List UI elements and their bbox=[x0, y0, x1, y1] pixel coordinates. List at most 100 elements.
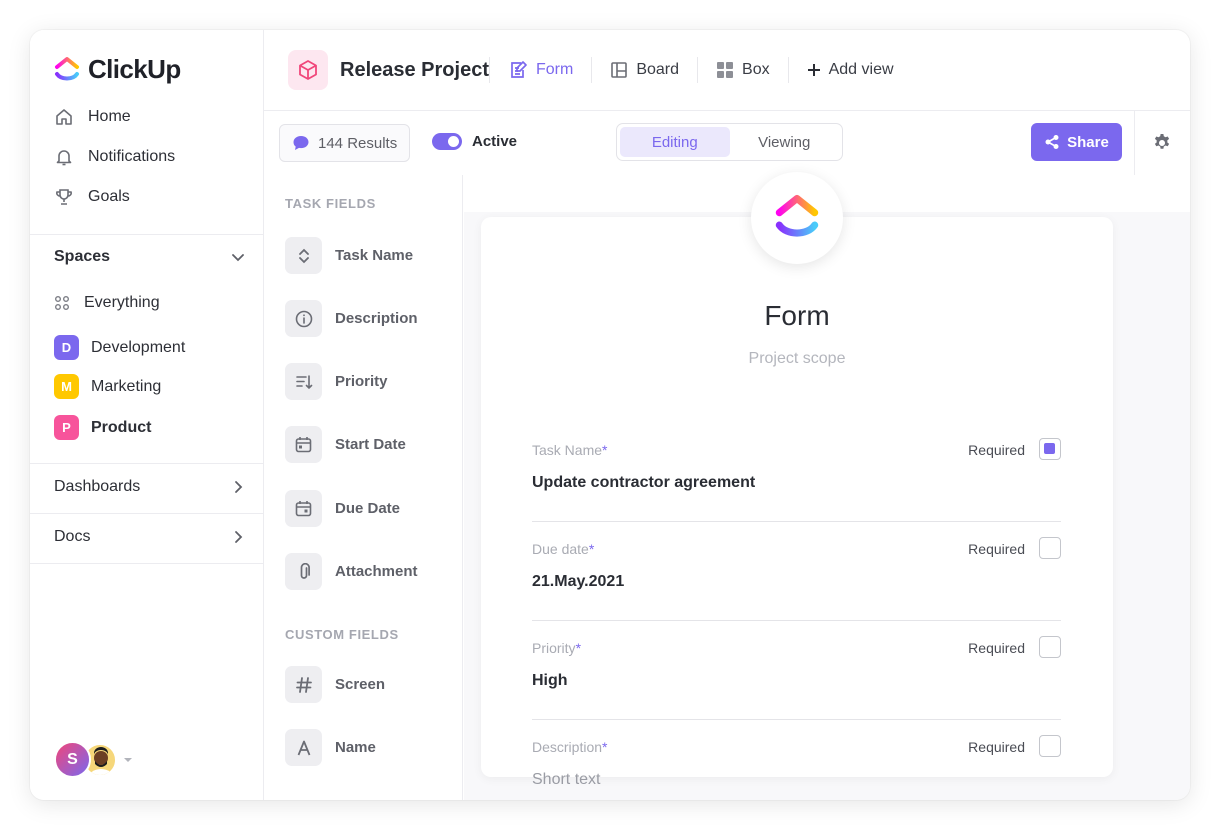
field-priority[interactable]: Priority bbox=[285, 363, 388, 400]
home-icon bbox=[56, 109, 72, 125]
dashboards-label: Dashboards bbox=[54, 478, 141, 495]
tab-board[interactable]: Board bbox=[591, 57, 697, 83]
custom-fields-heading: CUSTOM FIELDS bbox=[285, 627, 399, 642]
spaces-label: Spaces bbox=[54, 248, 111, 265]
hash-icon bbox=[295, 676, 312, 693]
field-label: Name bbox=[335, 739, 376, 756]
segment-viewing[interactable]: Viewing bbox=[730, 127, 840, 157]
form-row-value[interactable]: Short text bbox=[532, 771, 600, 789]
results-button[interactable]: 144 Results bbox=[279, 124, 411, 162]
field-label: Attachment bbox=[335, 563, 418, 580]
field-label: Task Name bbox=[335, 247, 414, 264]
form-row-label: Due date* bbox=[532, 541, 595, 557]
form-title: Form bbox=[764, 300, 830, 331]
field-description[interactable]: Description bbox=[285, 300, 418, 337]
chevron-right-icon bbox=[235, 481, 243, 493]
share-icon bbox=[1045, 135, 1059, 149]
app-name: ClickUp bbox=[88, 54, 181, 84]
form-row: Priority* Required High bbox=[532, 636, 1061, 720]
clickup-logo-icon bbox=[55, 56, 79, 80]
form-row-value[interactable]: Update contractor agreement bbox=[532, 474, 755, 492]
form-row: Description* Required Short text bbox=[532, 735, 1061, 819]
field-icon bbox=[285, 729, 322, 766]
required-checkbox[interactable] bbox=[1039, 537, 1061, 559]
caret-down-icon[interactable] bbox=[123, 755, 133, 765]
sidebar: ClickUp Home Notifications Goals Spaces … bbox=[30, 30, 264, 800]
fields-panel: TASK FIELDS Task Name Description Priori… bbox=[264, 175, 463, 800]
space-everything-label: Everything bbox=[84, 294, 160, 311]
field-icon bbox=[285, 490, 322, 527]
nav-goals-label: Goals bbox=[88, 188, 130, 205]
add-view-label: Add view bbox=[828, 61, 894, 78]
space-development[interactable]: D Development bbox=[54, 335, 185, 360]
field-attachment[interactable]: Attachment bbox=[285, 553, 418, 590]
space-product[interactable]: P Product bbox=[54, 415, 151, 440]
grid-dots-icon bbox=[55, 296, 69, 310]
field-label: Due Date bbox=[335, 500, 401, 517]
field-icon bbox=[285, 300, 322, 337]
chevron-right-icon bbox=[235, 531, 243, 543]
segment-editing[interactable]: Editing bbox=[620, 127, 730, 157]
space-development-label: Development bbox=[91, 338, 186, 356]
required-checkbox[interactable] bbox=[1039, 636, 1061, 658]
field-icon bbox=[285, 363, 322, 400]
share-button[interactable]: Share bbox=[1031, 123, 1122, 161]
gear-icon[interactable] bbox=[1152, 133, 1172, 153]
space-everything[interactable]: Everything bbox=[54, 294, 160, 312]
required-checkbox[interactable] bbox=[1039, 735, 1061, 757]
field-task-name[interactable]: Task Name bbox=[285, 237, 413, 274]
bell-icon bbox=[56, 150, 72, 166]
form-icon bbox=[511, 61, 527, 78]
nav-home[interactable]: Home bbox=[54, 107, 131, 127]
user-avatars[interactable]: S bbox=[54, 741, 133, 778]
form-row: Due date* Required 21.May.2021 bbox=[532, 537, 1061, 621]
field-label: Start Date bbox=[335, 436, 406, 453]
nav-notifications-label: Notifications bbox=[88, 148, 176, 165]
task-fields-heading: TASK FIELDS bbox=[285, 196, 376, 211]
active-toggle-group: Active bbox=[432, 133, 517, 150]
tab-box[interactable]: Box bbox=[697, 57, 788, 83]
form-subtitle: Project scope bbox=[748, 350, 846, 367]
header: Release Project Form Board Box Add view bbox=[264, 30, 1190, 111]
dashboards-row[interactable]: Dashboards bbox=[54, 478, 246, 496]
plus-icon bbox=[807, 64, 820, 76]
required-checkbox[interactable] bbox=[1039, 438, 1061, 460]
spaces-header[interactable]: Spaces bbox=[54, 248, 246, 266]
required-label: Required bbox=[968, 541, 1025, 557]
form-row-value[interactable]: High bbox=[532, 672, 568, 690]
trophy-icon bbox=[56, 189, 72, 205]
field-name[interactable]: Name bbox=[285, 729, 376, 766]
required-label: Required bbox=[968, 442, 1025, 458]
field-due-date[interactable]: Due Date bbox=[285, 490, 400, 527]
box-icon bbox=[717, 62, 734, 78]
nav-goals[interactable]: Goals bbox=[54, 187, 130, 207]
nav-notifications[interactable]: Notifications bbox=[54, 147, 175, 167]
comment-icon bbox=[293, 136, 309, 150]
space-product-label: Product bbox=[91, 418, 152, 436]
tab-board-label: Board bbox=[636, 61, 680, 78]
space-badge: P bbox=[54, 415, 79, 440]
clickup-logo[interactable]: ClickUp bbox=[54, 54, 181, 85]
field-screen[interactable]: Screen bbox=[285, 666, 385, 703]
project-title: Release Project bbox=[340, 58, 489, 81]
nav-home-label: Home bbox=[88, 108, 131, 125]
text-a-icon bbox=[297, 740, 310, 755]
avatar[interactable]: S bbox=[54, 741, 91, 778]
form-row-value[interactable]: 21.May.2021 bbox=[532, 573, 624, 591]
results-label: 144 Results bbox=[318, 134, 398, 152]
tab-form[interactable]: Form bbox=[488, 57, 591, 83]
share-label: Share bbox=[1067, 133, 1109, 151]
space-marketing[interactable]: M Marketing bbox=[54, 374, 161, 399]
space-badge: M bbox=[54, 374, 79, 399]
space-marketing-label: Marketing bbox=[91, 377, 162, 395]
toolbar: 144 Results Active Editing Viewing Share bbox=[264, 111, 1190, 175]
add-view-button[interactable]: Add view bbox=[787, 57, 912, 83]
docs-row[interactable]: Docs bbox=[54, 528, 246, 546]
field-label: Screen bbox=[335, 676, 386, 693]
field-label: Priority bbox=[335, 373, 388, 390]
chevron-down-icon[interactable] bbox=[230, 249, 246, 265]
cube-icon bbox=[299, 60, 317, 80]
field-icon bbox=[285, 426, 322, 463]
active-toggle[interactable] bbox=[432, 133, 462, 150]
field-start-date[interactable]: Start Date bbox=[285, 426, 406, 463]
